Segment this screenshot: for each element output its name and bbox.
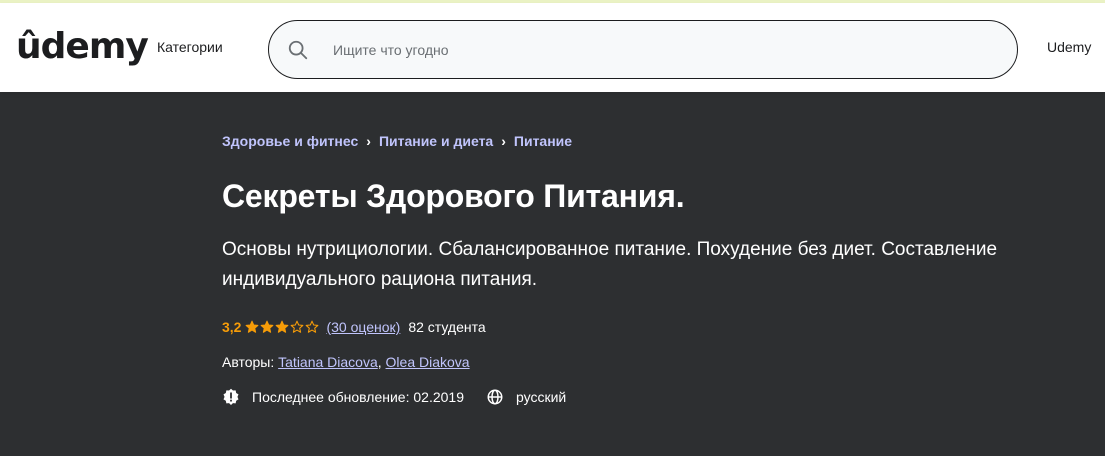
search-input[interactable] [333,21,993,78]
star-filled-icon [276,320,289,333]
course-language: русский [515,389,567,405]
authors-label: Авторы: [222,354,275,370]
rating-count-link[interactable]: (30 оценок) [326,319,400,335]
star-empty-icon [306,320,319,333]
search-icon[interactable] [287,39,309,61]
breadcrumb-item-health-fitness[interactable]: Здоровье и фитнес [222,133,358,149]
rating-value: 3,2 [222,319,242,335]
breadcrumb-item-nutrition-diet[interactable]: Питание и диета [379,133,493,149]
star-empty-icon [291,320,304,333]
student-count: 82 студента [408,319,486,335]
author-link-olea[interactable]: Olea Diakova [386,354,470,370]
star-rating [245,320,320,334]
star-filled-icon [261,320,274,333]
star-filled-icon [246,320,259,333]
authors-row: Авторы: Tatiana Diacova, Olea Diakova [222,354,470,370]
rating-row: 3,2 (30 оценок) 82 студента [222,319,486,335]
logo-wordmark: ûdemy [16,26,149,67]
globe-icon [487,389,503,405]
last-updated: Последнее обновление: 02.2019 [252,389,464,405]
udemy-business-link[interactable]: Udemy [1047,39,1091,55]
course-meta-row: Последнее обновление: 02.2019 русский [222,388,566,406]
author-link-tatiana[interactable]: Tatiana Diacova [278,354,378,370]
breadcrumb-item-nutrition[interactable]: Питание [514,133,572,149]
alert-badge-icon [223,388,239,405]
breadcrumb: Здоровье и фитнес › Питание и диета › Питани… [222,133,572,149]
categories-menu[interactable]: Категории [157,39,223,55]
chevron-right-icon: › [366,133,371,149]
udemy-logo[interactable]: ûdemy [16,21,149,71]
site-header: ûdemy Категории Udemy [0,3,1105,92]
chevron-right-icon: › [501,133,506,149]
authors-separator: , [377,354,382,370]
course-subtitle: Основы нутрициологии. Сбалансированное п… [222,239,998,290]
course-title: Секреты Здорового Питания. [222,178,685,214]
search-bar[interactable] [268,20,1018,79]
